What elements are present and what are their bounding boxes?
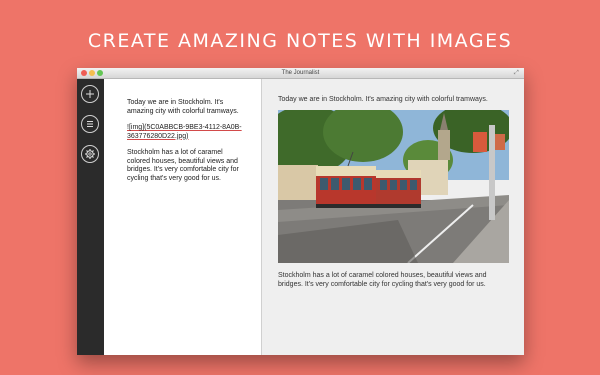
tram-photo bbox=[278, 110, 509, 263]
sidebar bbox=[77, 79, 104, 355]
notes-list-button[interactable] bbox=[81, 115, 99, 133]
markdown-editor[interactable]: Today we are in Stockholm. It's amazing … bbox=[104, 79, 261, 355]
preview-paragraph: Today we are in Stockholm. It's amazing … bbox=[278, 96, 488, 103]
page-headline: CREATE AMAZING NOTES WITH IMAGES bbox=[87, 30, 513, 52]
title-bar: The Journalist ⤢ bbox=[77, 68, 524, 79]
editor-paragraph: Today we are in Stockholm. It's amazing … bbox=[127, 99, 239, 115]
editor-content[interactable]: Today we are in Stockholm. It's amazing … bbox=[127, 99, 245, 191]
preview-paragraph: Stockholm has a lot of caramel colored h… bbox=[278, 272, 487, 288]
plus-icon bbox=[86, 90, 94, 98]
app-window: The Journalist ⤢ Today we are in Stockho… bbox=[77, 68, 524, 355]
gear-icon bbox=[85, 149, 95, 159]
add-note-button[interactable] bbox=[81, 85, 99, 103]
editor-image-tag: ![img](5C0ABBCB-9BE3-4112-8A0B-363776280… bbox=[127, 124, 242, 140]
editor-paragraph: Stockholm has a lot of caramel colored h… bbox=[127, 149, 239, 182]
list-icon bbox=[87, 121, 93, 127]
window-title: The Journalist bbox=[281, 70, 320, 76]
fullscreen-icon[interactable]: ⤢ bbox=[514, 70, 520, 76]
preview-pane: Today we are in Stockholm. It's amazing … bbox=[262, 79, 524, 355]
settings-button[interactable] bbox=[81, 145, 99, 163]
